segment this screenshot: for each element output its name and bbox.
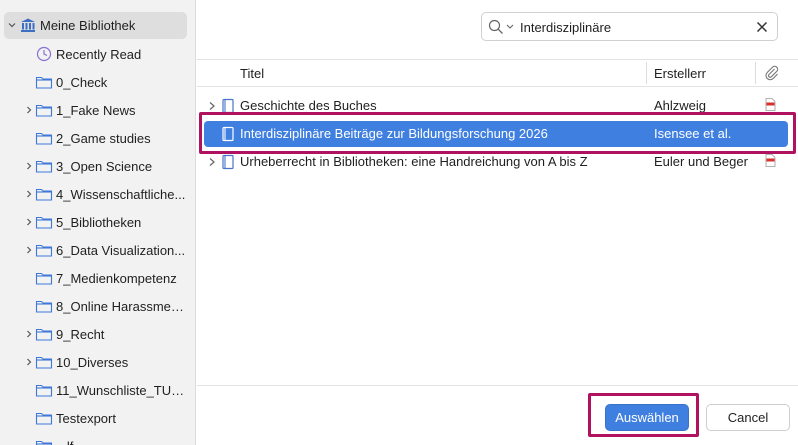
folder-icon (35, 186, 53, 202)
item-title: Geschichte des Buches (240, 98, 377, 113)
chevron-right-icon[interactable] (208, 101, 216, 111)
sidebar-item-label: 0_Check (56, 75, 108, 90)
sidebar-item-label: 11_Wunschliste_TUB... (56, 383, 187, 398)
sidebar-item-label: Testexport (56, 411, 116, 426)
column-divider (646, 62, 647, 84)
search-box[interactable] (481, 12, 778, 41)
paperclip-icon[interactable] (764, 65, 780, 81)
sidebar-item[interactable]: 8_Online Harassmen... (4, 293, 187, 320)
sidebar-item[interactable]: 11_Wunschliste_TUB... (4, 377, 187, 404)
folder-icon (35, 102, 53, 118)
selected-item-highlight-frame (199, 112, 796, 154)
sidebar-item[interactable]: 0_Check (4, 69, 187, 96)
item-title: Urheberrecht in Bibliotheken: eine Handr… (240, 154, 588, 169)
search-input[interactable] (520, 17, 740, 37)
sidebar-item-my-library[interactable]: Meine Bibliothek (4, 12, 187, 39)
chevron-right-icon[interactable] (23, 216, 35, 228)
folder-icon (35, 298, 53, 314)
sidebar-item[interactable]: 6_Data Visualization... (4, 237, 187, 264)
sidebar-item-label: 2_Game studies (56, 131, 151, 146)
chevron-right-icon[interactable] (208, 157, 216, 167)
search-mode-chevron-icon[interactable] (506, 24, 514, 30)
clock-icon (35, 46, 53, 62)
sidebar-item[interactable]: Testexport (4, 405, 187, 432)
sidebar-item[interactable]: 9_Recht (4, 321, 187, 348)
sidebar-item-label: 7_Medienkompetenz (56, 271, 177, 286)
folder-icon (35, 214, 53, 230)
pdf-attachment-icon[interactable] (765, 98, 776, 111)
sidebar-item[interactable]: 4_Wissenschaftliche... (4, 181, 187, 208)
column-creator[interactable]: Erstellerr (654, 66, 706, 81)
sidebar-item-label: 6_Data Visualization... (56, 243, 186, 258)
folder-icon (35, 382, 53, 398)
sidebar-item-label: 8_Online Harassmen... (56, 299, 187, 314)
chevron-right-icon[interactable] (23, 188, 35, 200)
folder-icon (35, 130, 53, 146)
chevron-right-icon[interactable] (23, 160, 35, 172)
item-creator: Euler und Beger (654, 154, 748, 169)
sidebar-item[interactable]: 7_Medienkompetenz (4, 265, 187, 292)
folder-icon (35, 242, 53, 258)
sidebar-item-label: ...lf... (56, 439, 187, 445)
library-icon (19, 17, 37, 33)
chevron-down-icon[interactable] (6, 19, 18, 31)
column-divider (755, 62, 756, 84)
item-creator: Ahlzweig (654, 98, 707, 113)
folder-icon (35, 158, 53, 174)
dialog-footer: Auswählen Cancel (197, 385, 798, 445)
chevron-right-icon[interactable] (23, 104, 35, 116)
sidebar-item-label: 5_Bibliotheken (56, 215, 142, 230)
pdf-attachment-icon[interactable] (765, 154, 776, 167)
sidebar-item-label: Recently Read (56, 47, 142, 62)
column-title[interactable]: Titel (240, 66, 264, 81)
sidebar-item-label: 4_Wissenschaftliche... (56, 187, 186, 202)
folder-icon (35, 74, 53, 90)
select-button-highlight-frame (588, 393, 699, 437)
item-picker-panel: Titel Erstellerr Geschichte des Buches Ah… (197, 0, 798, 445)
folder-icon (35, 410, 53, 426)
book-icon (222, 154, 234, 170)
sidebar-item[interactable]: Recently Read (4, 41, 187, 68)
sidebar-item[interactable]: ...lf... (4, 433, 187, 445)
sidebar-item[interactable]: 3_Open Science (4, 153, 187, 180)
chevron-right-icon[interactable] (23, 356, 35, 368)
sidebar-item-label: 9_Recht (56, 327, 105, 342)
search-icon[interactable] (488, 19, 504, 35)
collection-sidebar: Meine Bibliothek Recently Read 0_Check 1_F… (0, 0, 196, 445)
sidebar-item[interactable]: 2_Game studies (4, 125, 187, 152)
sidebar-item[interactable]: 5_Bibliotheken (4, 209, 187, 236)
cancel-button[interactable]: Cancel (706, 404, 790, 431)
folder-icon (35, 270, 53, 286)
folder-icon (35, 438, 53, 445)
sidebar-item-label: Meine Bibliothek (40, 18, 136, 33)
clear-search-icon[interactable] (755, 20, 769, 34)
folder-icon (35, 326, 53, 342)
chevron-right-icon[interactable] (23, 244, 35, 256)
sidebar-item-label: 1_Fake News (56, 103, 136, 118)
sidebar-item-label: 10_Diverses (56, 355, 129, 370)
folder-icon (35, 354, 53, 370)
sidebar-item-label: 3_Open Science (56, 159, 153, 174)
sidebar-item[interactable]: 1_Fake News (4, 97, 187, 124)
column-header: Titel Erstellerr (197, 59, 798, 87)
chevron-right-icon[interactable] (23, 328, 35, 340)
sidebar-item[interactable]: 10_Diverses (4, 349, 187, 376)
